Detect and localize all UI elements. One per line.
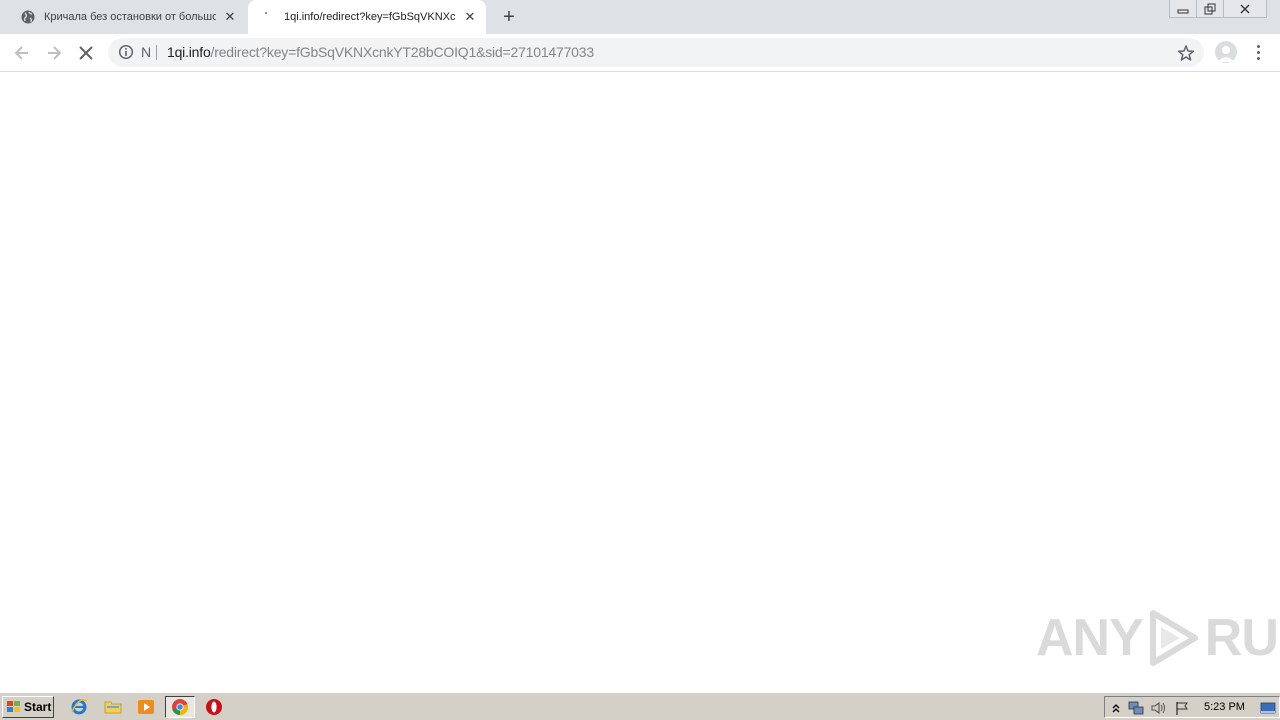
start-label: Start <box>24 700 52 714</box>
media-player-icon[interactable] <box>135 697 157 717</box>
file-explorer-icon[interactable] <box>102 697 124 717</box>
restore-button[interactable] <box>1196 0 1224 18</box>
close-tab-icon[interactable]: ✕ <box>222 9 238 25</box>
url-path: /redirect?key=fGbSqVKNXcnkYT28bCOIQ1&sid… <box>210 44 595 60</box>
tab-inactive[interactable]: Кричала без остановки от большо ✕ <box>8 0 246 34</box>
loading-icon <box>260 9 276 25</box>
info-icon[interactable] <box>118 44 134 60</box>
bookmark-star-icon[interactable] <box>1177 44 1195 62</box>
forward-button[interactable] <box>41 40 67 66</box>
internet-explorer-icon[interactable] <box>68 697 90 717</box>
anyrun-watermark: ANY RUN <box>1036 608 1280 668</box>
show-desktop-icon[interactable] <box>1260 700 1276 716</box>
browser-menu-icon[interactable] <box>1250 42 1266 62</box>
minimize-icon <box>1177 9 1189 13</box>
stop-button[interactable] <box>73 40 99 66</box>
close-window-button[interactable] <box>1223 0 1267 18</box>
page-content <box>0 72 1280 692</box>
close-icon <box>1240 4 1250 13</box>
url-text[interactable]: 1qi.info/redirect?key=fGbSqVKNXcnkYT28bC… <box>167 44 594 60</box>
chrome-taskbar-button[interactable] <box>165 696 195 718</box>
back-arrow-icon <box>14 46 28 60</box>
address-bar[interactable]: N 1qi.info/redirect?key=fGbSqVKNXcnkYT28… <box>108 38 1204 67</box>
system-tray: 5:23 PM <box>1104 696 1280 718</box>
volume-icon[interactable] <box>1150 700 1166 716</box>
watermark-left: ANY <box>1036 609 1144 667</box>
network-icon[interactable] <box>1128 700 1144 716</box>
tab-title: Кричала без остановки от большо <box>44 11 216 23</box>
browser-toolbar: N 1qi.info/redirect?key=fGbSqVKNXcnkYT28… <box>0 34 1280 72</box>
address-separator <box>156 45 157 60</box>
chrome-icon <box>172 699 189 716</box>
profile-avatar-icon[interactable] <box>1215 41 1237 63</box>
tab-active[interactable]: 1qi.info/redirect?key=fGbSqVKNXcnk ✕ <box>248 0 486 34</box>
window-controls <box>1169 0 1280 20</box>
play-icon <box>1149 610 1198 666</box>
minimize-button[interactable] <box>1169 0 1197 18</box>
stop-icon <box>79 46 93 60</box>
forward-arrow-icon <box>48 46 62 60</box>
show-hidden-icons-icon[interactable] <box>1108 700 1124 716</box>
start-button[interactable]: Start <box>2 696 54 718</box>
restore-icon <box>1204 3 1216 14</box>
new-tab-button[interactable]: + <box>497 5 521 29</box>
taskbar-clock[interactable]: 5:23 PM <box>1204 701 1245 713</box>
taskbar: Start 5:23 PM <box>0 692 1280 720</box>
back-button[interactable] <box>9 40 35 66</box>
tab-strip: Кричала без остановки от большо ✕ 1qi.in… <box>0 0 1280 34</box>
url-host: 1qi.info <box>167 44 211 60</box>
security-label: N <box>141 44 152 60</box>
action-center-flag-icon[interactable] <box>1174 700 1190 716</box>
opera-icon[interactable] <box>203 697 225 717</box>
watermark-right: RUN <box>1204 609 1280 667</box>
windows-logo-icon <box>7 701 20 712</box>
globe-icon <box>20 9 36 25</box>
tab-title: 1qi.info/redirect?key=fGbSqVKNXcnk <box>284 11 456 23</box>
close-tab-icon[interactable]: ✕ <box>462 9 478 25</box>
